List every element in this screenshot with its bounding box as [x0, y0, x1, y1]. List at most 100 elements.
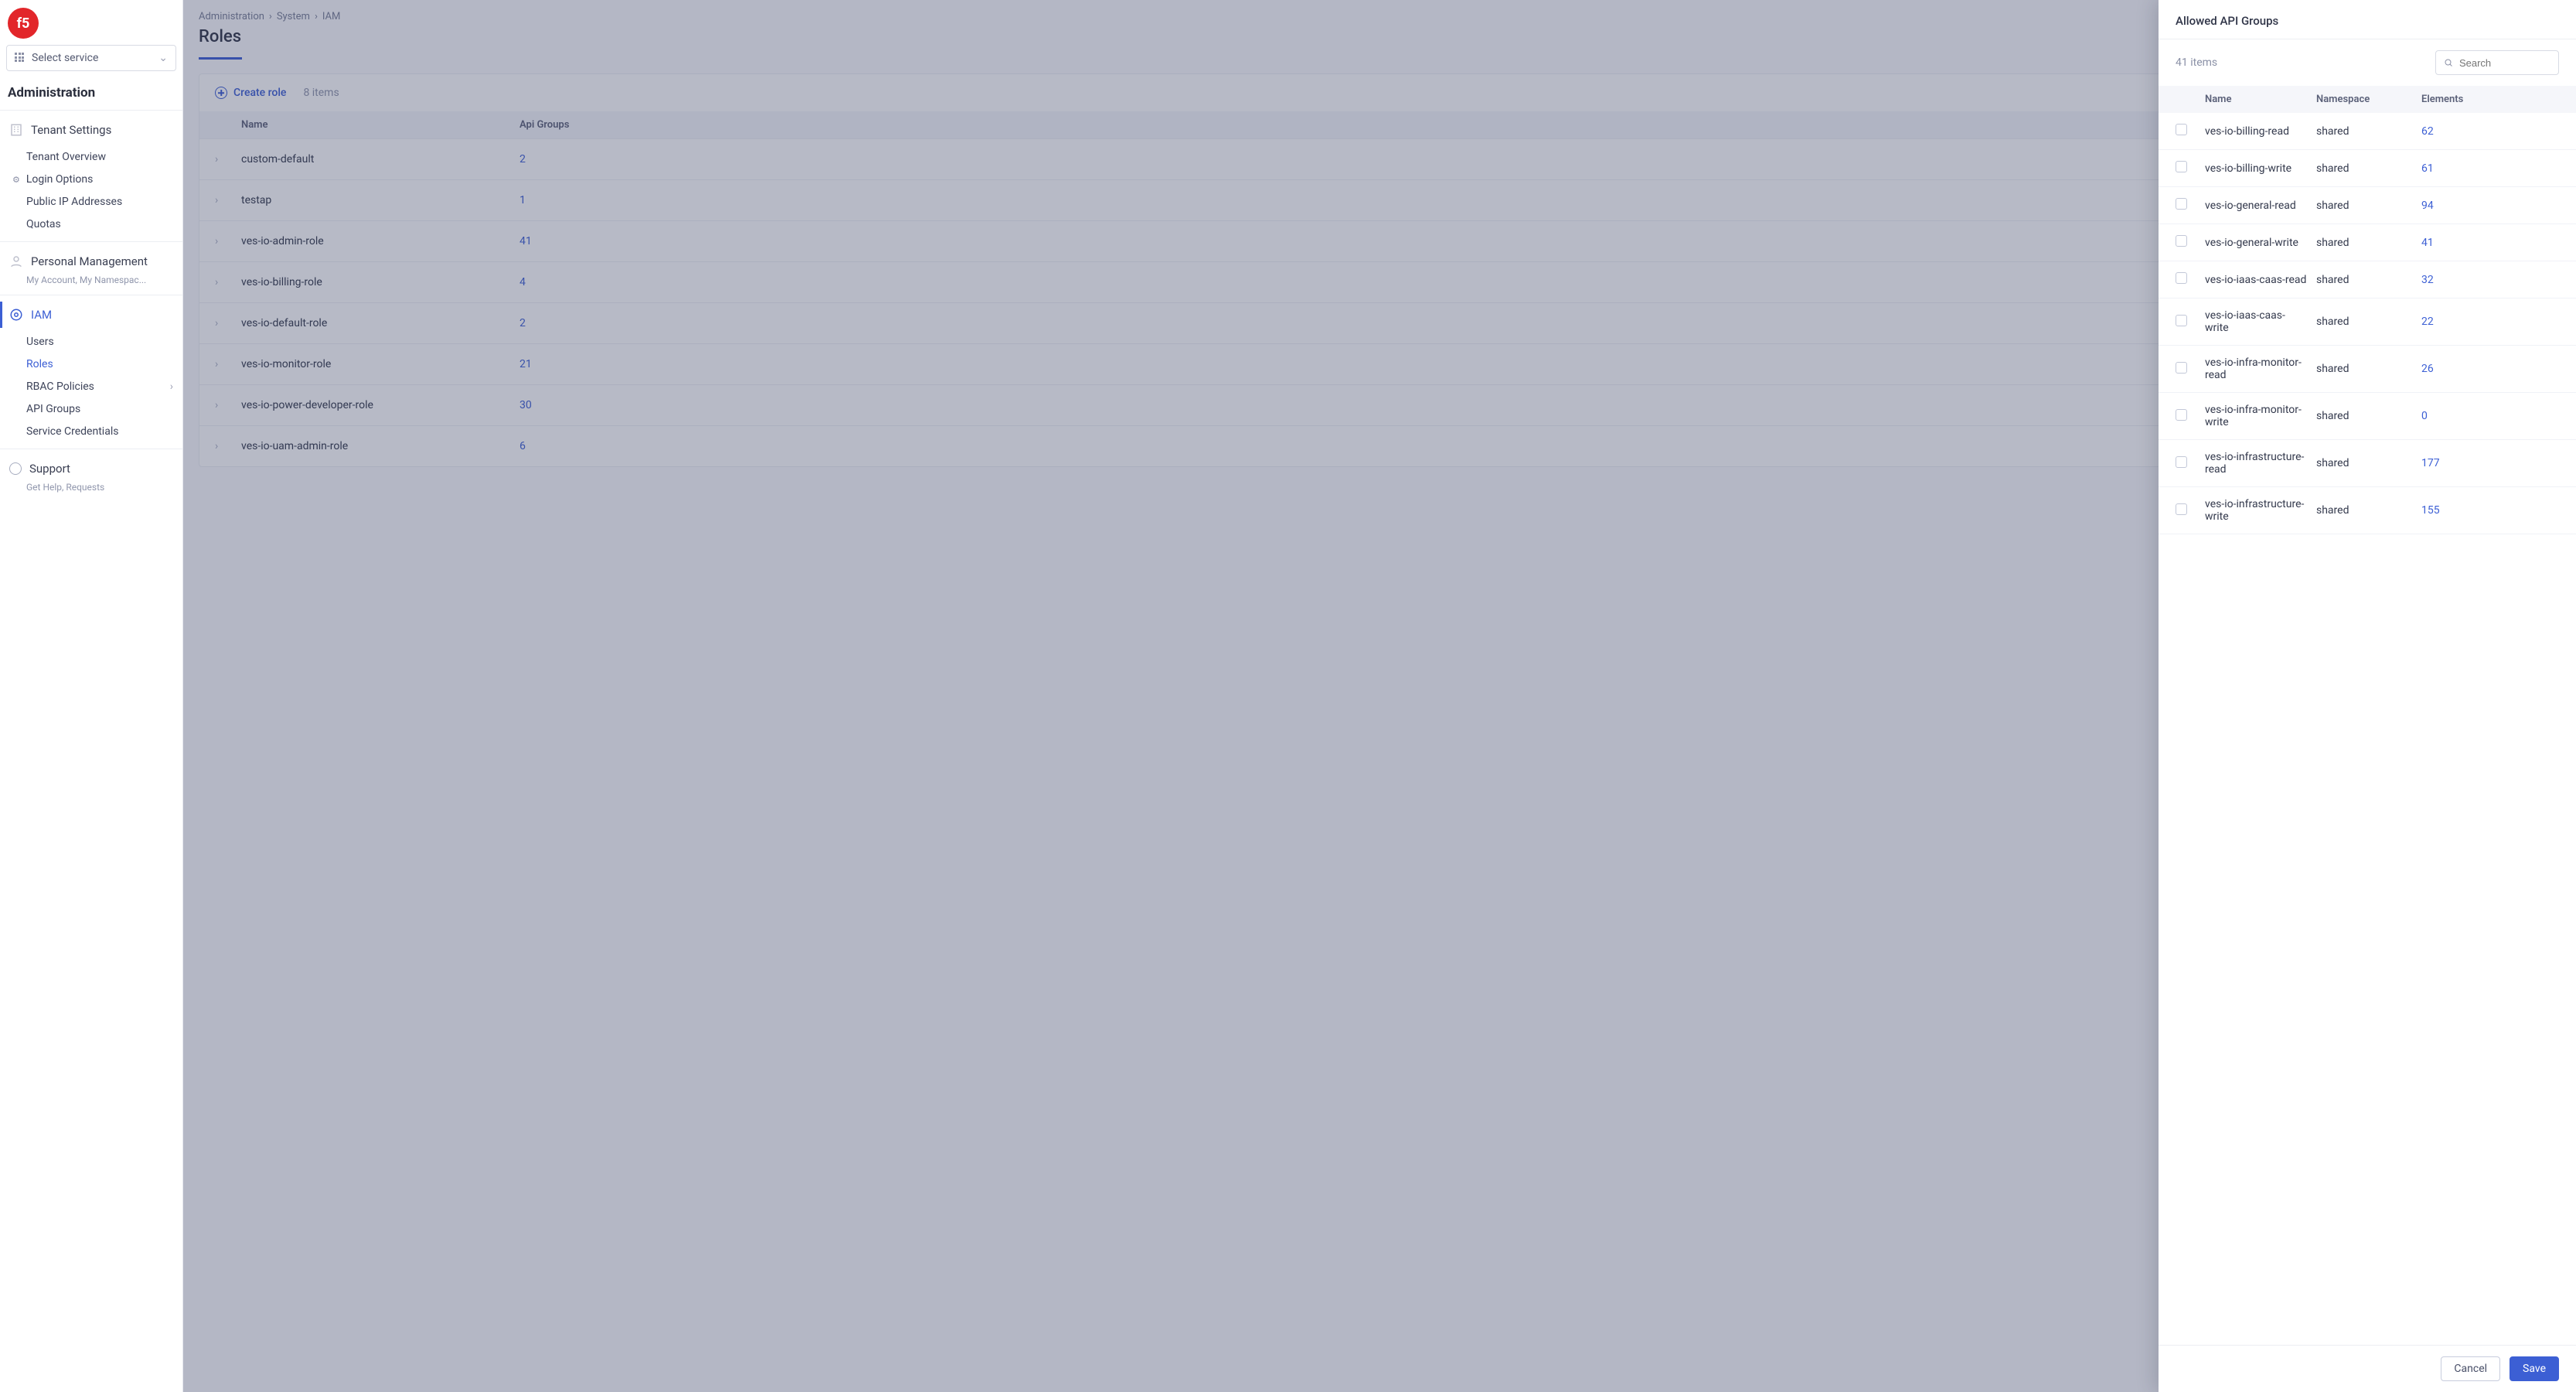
cell-namespace: shared: [2313, 200, 2390, 212]
row-checkbox[interactable]: [2176, 198, 2187, 210]
nav-label: Personal Management: [31, 254, 148, 268]
api-groups-drawer: Allowed API Groups 41 items Name Namespa…: [2159, 0, 2576, 1392]
drawer-col-namespace[interactable]: Namespace: [2313, 94, 2390, 105]
row-checkbox[interactable]: [2176, 362, 2187, 374]
cell-name: ves-io-general-read: [2205, 200, 2313, 212]
cancel-button[interactable]: Cancel: [2441, 1356, 2500, 1381]
table-row: ves-io-iaas-caas-writeshared22: [2159, 299, 2576, 346]
nav-label: Tenant Settings: [31, 123, 111, 137]
cell-elements[interactable]: 26: [2390, 363, 2559, 375]
nav-head-personal[interactable]: Personal Management: [0, 248, 182, 275]
sidebar-item-tenant-overview[interactable]: Tenant Overview: [26, 146, 182, 168]
drawer-title: Allowed API Groups: [2159, 0, 2576, 39]
cell-namespace: shared: [2313, 457, 2390, 469]
sidebar-item-public-ip-addresses[interactable]: Public IP Addresses: [26, 191, 182, 213]
row-checkbox[interactable]: [2176, 315, 2187, 326]
building-icon: [9, 123, 23, 137]
nav-desc-support: Get Help, Requests: [0, 482, 182, 497]
cell-namespace: shared: [2313, 125, 2390, 138]
save-button[interactable]: Save: [2510, 1356, 2559, 1381]
row-checkbox[interactable]: [2176, 161, 2187, 172]
sidebar-item-roles[interactable]: Roles: [26, 353, 182, 375]
cell-name: ves-io-general-write: [2205, 237, 2313, 249]
cell-namespace: shared: [2313, 162, 2390, 175]
drawer-toolbar: 41 items: [2159, 39, 2576, 86]
table-row: ves-io-infra-monitor-writeshared0: [2159, 393, 2576, 440]
cell-namespace: shared: [2313, 274, 2390, 286]
section-title: Administration: [0, 82, 182, 110]
service-selector-label: Select service: [32, 52, 98, 64]
cell-namespace: shared: [2313, 504, 2390, 517]
sidebar-item-label: Service Credentials: [26, 425, 118, 438]
cell-elements[interactable]: 177: [2390, 457, 2559, 469]
nav-group-personal: Personal Management My Account, My Names…: [0, 241, 182, 295]
drawer-table-body: ves-io-billing-readshared62ves-io-billin…: [2159, 113, 2576, 1345]
cell-namespace: shared: [2313, 316, 2390, 328]
table-row: ves-io-infrastructure-writeshared155: [2159, 487, 2576, 534]
cell-elements[interactable]: 94: [2390, 200, 2559, 212]
cell-name: ves-io-infra-monitor-read: [2205, 357, 2313, 381]
sidebar-item-label: Roles: [26, 358, 53, 370]
drawer-count-label: 41 items: [2176, 56, 2217, 69]
search-input[interactable]: [2459, 57, 2550, 69]
nav-head-support[interactable]: Support: [0, 455, 182, 482]
cell-elements[interactable]: 155: [2390, 504, 2559, 517]
sidebar-item-label: Users: [26, 336, 54, 348]
row-checkbox[interactable]: [2176, 456, 2187, 468]
f5-logo-icon: f5: [8, 8, 39, 39]
table-row: ves-io-infra-monitor-readshared26: [2159, 346, 2576, 393]
sidebar-item-service-credentials[interactable]: Service Credentials: [26, 421, 182, 442]
help-icon: [9, 462, 22, 475]
nav-head-tenant[interactable]: Tenant Settings: [0, 117, 182, 143]
nav-head-iam[interactable]: IAM: [0, 302, 182, 328]
iam-icon: [9, 308, 23, 322]
sidebar-item-api-groups[interactable]: API Groups: [26, 398, 182, 420]
cell-namespace: shared: [2313, 410, 2390, 422]
cell-namespace: shared: [2313, 363, 2390, 375]
sidebar-item-users[interactable]: Users: [26, 331, 182, 353]
person-icon: [9, 254, 23, 268]
row-checkbox[interactable]: [2176, 235, 2187, 247]
cell-elements[interactable]: 32: [2390, 274, 2559, 286]
drawer-footer: Cancel Save: [2159, 1345, 2576, 1392]
cell-elements[interactable]: 61: [2390, 162, 2559, 175]
drawer-col-elements[interactable]: Elements: [2390, 94, 2559, 105]
sidebar-item-rbac-policies[interactable]: RBAC Policies›: [26, 376, 182, 397]
cell-namespace: shared: [2313, 237, 2390, 249]
gear-icon: ⚙: [12, 175, 20, 185]
search-icon: [2444, 57, 2453, 68]
sidebar: f5 Select service ⌄ Administration Tenan…: [0, 0, 183, 1392]
cell-name: ves-io-infrastructure-read: [2205, 451, 2313, 476]
search-box[interactable]: [2435, 50, 2559, 75]
grid-icon: [15, 53, 26, 63]
cell-name: ves-io-iaas-caas-write: [2205, 309, 2313, 334]
cell-elements[interactable]: 41: [2390, 237, 2559, 249]
cell-name: ves-io-infra-monitor-write: [2205, 404, 2313, 428]
table-row: ves-io-general-readshared94: [2159, 187, 2576, 224]
sidebar-item-label: RBAC Policies: [26, 380, 94, 393]
service-selector[interactable]: Select service ⌄: [6, 45, 176, 71]
nav-desc-personal: My Account, My Namespac...: [0, 275, 182, 290]
row-checkbox[interactable]: [2176, 124, 2187, 135]
row-checkbox[interactable]: [2176, 503, 2187, 515]
cell-elements[interactable]: 22: [2390, 316, 2559, 328]
nav-label: Support: [29, 462, 70, 476]
nav-group-support: Support Get Help, Requests: [0, 449, 182, 502]
drawer-col-name[interactable]: Name: [2205, 94, 2313, 105]
row-checkbox[interactable]: [2176, 272, 2187, 284]
row-checkbox[interactable]: [2176, 409, 2187, 421]
table-row: ves-io-billing-readshared62: [2159, 113, 2576, 150]
table-row: ves-io-infrastructure-readshared177: [2159, 440, 2576, 487]
nav-group-iam: IAM Users Roles RBAC Policies› API Groups Se…: [0, 295, 182, 449]
cell-elements[interactable]: 0: [2390, 410, 2559, 422]
sidebar-item-label: API Groups: [26, 403, 80, 415]
main: Administration› System› IAM Roles Create…: [183, 0, 2576, 1392]
table-row: ves-io-general-writeshared41: [2159, 224, 2576, 261]
sidebar-item-login-options[interactable]: ⚙Login Options: [26, 169, 182, 190]
nav-group-tenant: Tenant Settings Tenant Overview⚙Login Op…: [0, 110, 182, 241]
cell-name: ves-io-iaas-caas-read: [2205, 274, 2313, 286]
drawer-table-header: Name Namespace Elements: [2159, 86, 2576, 113]
sidebar-item-quotas[interactable]: Quotas: [26, 213, 182, 235]
nav-sub-iam: Users Roles RBAC Policies› API Groups Servic…: [0, 328, 182, 444]
cell-elements[interactable]: 62: [2390, 125, 2559, 138]
